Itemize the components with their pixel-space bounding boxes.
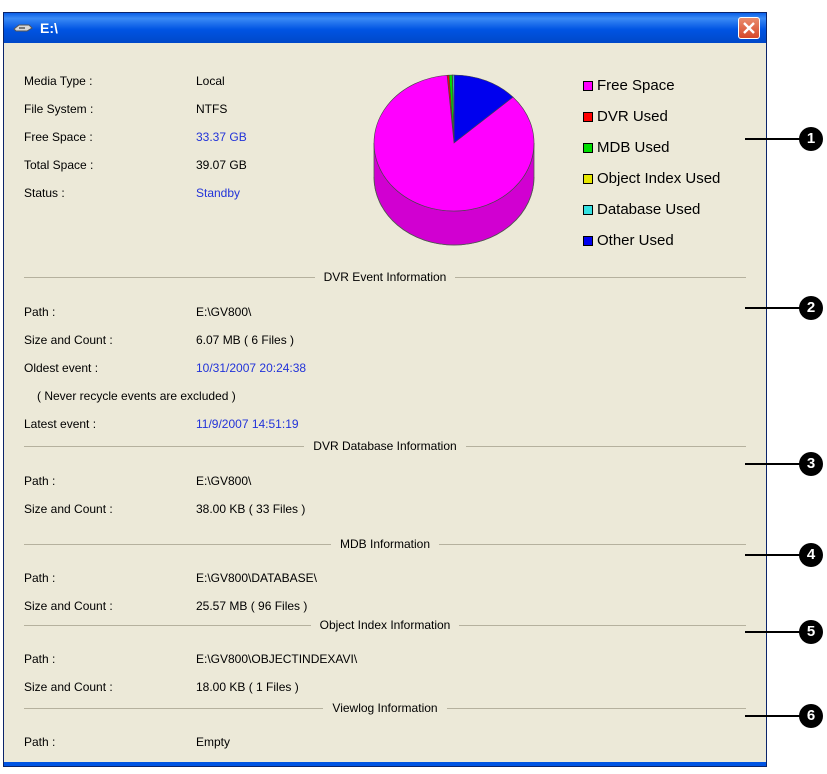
legend-swatch [583,81,593,91]
title-bar[interactable]: E:\ [4,13,766,43]
viewlog-path-value: Empty [196,735,231,749]
callout-2: 2 [799,296,823,320]
file-system-value: NTFS [196,102,228,116]
media-type-label: Media Type : [24,74,93,88]
drive-icon [13,24,33,32]
viewlog-section-title: Viewlog Information [4,701,766,715]
viewlog-path-label: Path : [24,735,56,749]
legend-label: Free Space [597,77,675,94]
content-panel: Media Type : Local File System : NTFS Fr… [4,43,766,766]
dvr-event-size-value: 6.07 MB ( 6 Files ) [196,333,295,347]
disk-usage-pie-chart [373,74,535,246]
media-type-value: Local [196,74,225,88]
dvr-database-size-value: 38.00 KB ( 33 Files ) [196,502,306,516]
close-icon [743,22,755,34]
callout-6: 6 [799,704,823,728]
callout-1: 1 [799,127,823,151]
callout-4: 4 [799,543,823,567]
legend-swatch [583,236,593,246]
mdb-path-label: Path : [24,571,56,585]
legend-swatch [583,112,593,122]
total-space-value: 39.07 GB [196,158,247,172]
object-index-path-value: E:\GV800\OBJECTINDEXAVI\ [196,652,358,666]
dvr-event-path-label: Path : [24,305,56,319]
mdb-section-title: MDB Information [4,537,766,551]
status-value: Standby [196,186,241,200]
free-space-label: Free Space : [24,130,93,144]
mdb-path-value: E:\GV800\DATABASE\ [196,571,317,585]
object-index-path-label: Path : [24,652,56,666]
legend-swatch [583,205,593,215]
status-label: Status : [24,186,65,200]
legend-label: Other Used [597,232,674,249]
callout-line [745,715,805,717]
dvr-event-section-title: DVR Event Information [4,270,766,284]
file-system-label: File System : [24,102,94,116]
disk-info-window: E:\ Media Type : Local File System : NTF… [3,12,767,767]
object-index-size-value: 18.00 KB ( 1 Files ) [196,680,299,694]
dvr-database-path-value: E:\GV800\ [196,474,252,488]
dvr-event-size-label: Size and Count : [24,333,113,347]
dvr-database-path-label: Path : [24,474,56,488]
window-title: E:\ [40,20,58,36]
legend-swatch [583,143,593,153]
callout-line [745,307,805,309]
legend-label: MDB Used [597,139,670,156]
object-index-size-label: Size and Count : [24,680,113,694]
mdb-size-label: Size and Count : [24,599,113,613]
legend-label: Object Index Used [597,170,721,187]
oldest-event-value: 10/31/2007 20:24:38 [196,361,307,375]
callout-line [745,554,805,556]
mdb-size-value: 25.57 MB ( 96 Files ) [196,599,308,613]
dvr-database-section-title: DVR Database Information [4,439,766,453]
close-button[interactable] [738,17,760,39]
recycle-note: ( Never recycle events are excluded ) [37,389,236,403]
dvr-event-path-value: E:\GV800\ [196,305,252,319]
callout-line [745,138,805,140]
legend-label: Database Used [597,201,701,218]
total-space-label: Total Space : [24,158,94,172]
object-index-section-title: Object Index Information [4,618,766,632]
callout-line [745,631,805,633]
callout-3: 3 [799,452,823,476]
free-space-value: 33.37 GB [196,130,247,144]
legend-label: DVR Used [597,108,668,125]
latest-event-label: Latest event : [24,417,97,431]
legend-swatch [583,174,593,184]
callout-line [745,463,805,465]
callout-5: 5 [799,620,823,644]
dvr-database-size-label: Size and Count : [24,502,113,516]
latest-event-value: 11/9/2007 14:51:19 [196,417,299,431]
oldest-event-label: Oldest event : [24,361,99,375]
